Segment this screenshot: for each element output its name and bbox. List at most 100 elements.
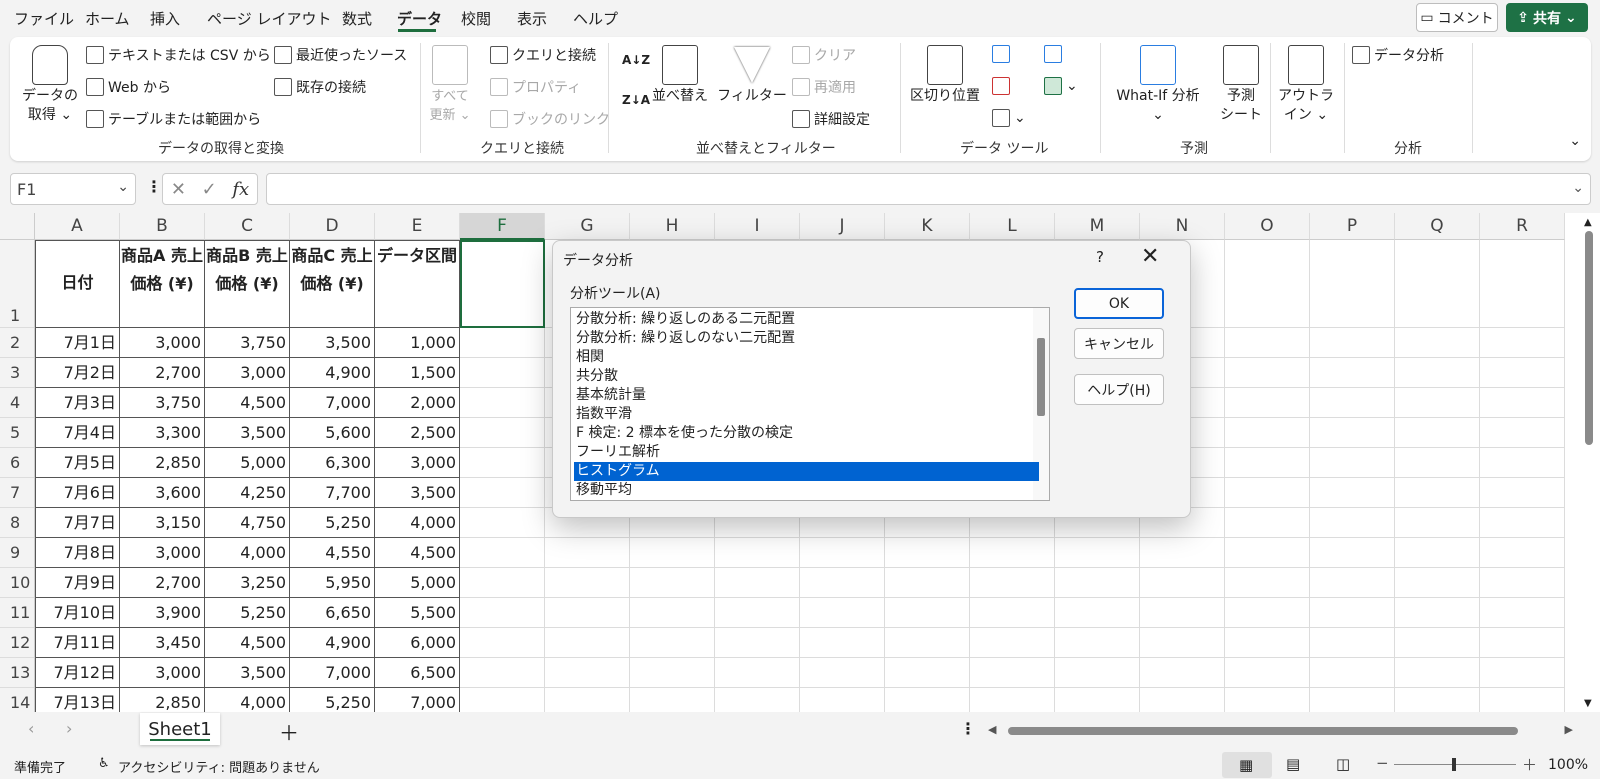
data-cell[interactable]: 5,600 — [290, 418, 375, 448]
vertical-scroll-thumb[interactable] — [1585, 231, 1593, 445]
empty-cell[interactable] — [1055, 688, 1140, 712]
data-cell[interactable]: 1,000 — [375, 328, 460, 358]
data-cell[interactable]: 3,300 — [120, 418, 205, 448]
empty-cell[interactable] — [1395, 628, 1480, 658]
row-header[interactable]: 9 — [0, 538, 35, 568]
empty-cell[interactable] — [460, 478, 545, 508]
empty-cell[interactable] — [885, 568, 970, 598]
data-validation-button[interactable]: ⌄ — [992, 109, 1026, 127]
empty-cell[interactable] — [1480, 388, 1565, 418]
column-header[interactable]: M — [1055, 213, 1140, 240]
analysis-tool-item[interactable]: 相関 — [574, 348, 1039, 367]
header-cell[interactable]: データ区間 — [375, 240, 460, 328]
data-cell[interactable]: 6,650 — [290, 598, 375, 628]
row-header[interactable]: 14 — [0, 688, 35, 712]
data-cell[interactable]: 3,000 — [375, 448, 460, 478]
empty-cell[interactable] — [1225, 358, 1310, 388]
analysis-tool-item[interactable]: 分散分析: 繰り返しのある二元配置 — [574, 310, 1039, 329]
vertical-scrollbar[interactable]: ▲ ▼ — [1581, 217, 1598, 709]
scroll-down-icon[interactable]: ▼ — [1584, 698, 1592, 709]
data-cell[interactable]: 7,000 — [290, 658, 375, 688]
empty-cell[interactable] — [1225, 508, 1310, 538]
empty-cell[interactable] — [970, 628, 1055, 658]
prev-sheet-icon[interactable]: ‹ — [28, 719, 34, 738]
reapply-button[interactable]: 再適用 — [792, 77, 856, 97]
analysis-tool-item[interactable]: ヒストグラム — [574, 462, 1039, 481]
analysis-tool-item[interactable]: 分散分析: 繰り返しのない二元配置 — [574, 329, 1039, 348]
data-cell[interactable]: 7月11日 — [35, 628, 120, 658]
data-cell[interactable]: 7月6日 — [35, 478, 120, 508]
data-cell[interactable]: 4,550 — [290, 538, 375, 568]
menu-home[interactable]: ホーム — [85, 8, 130, 29]
data-cell[interactable]: 4,900 — [290, 358, 375, 388]
sort-descending-button[interactable]: Z↓A — [622, 93, 650, 107]
data-cell[interactable]: 7月4日 — [35, 418, 120, 448]
row-header[interactable]: 1 — [0, 240, 35, 328]
empty-cell[interactable] — [885, 688, 970, 712]
data-cell[interactable]: 4,000 — [375, 508, 460, 538]
empty-cell[interactable] — [970, 568, 1055, 598]
header-cell[interactable]: 商品B 売上価格 (¥) — [205, 240, 290, 328]
sort-button[interactable]: 並べ替え — [650, 45, 710, 106]
web-button[interactable]: Web から — [86, 77, 171, 97]
queries-connections-button[interactable]: クエリと接続 — [490, 45, 596, 65]
header-cell[interactable]: 商品A 売上価格 (¥) — [120, 240, 205, 328]
empty-cell[interactable] — [630, 658, 715, 688]
filter-button[interactable]: フィルター — [717, 45, 787, 106]
row-header[interactable]: 8 — [0, 508, 35, 538]
empty-cell[interactable] — [1480, 418, 1565, 448]
data-cell[interactable]: 5,250 — [290, 688, 375, 712]
empty-cell[interactable] — [1310, 598, 1395, 628]
data-cell[interactable]: 3,000 — [120, 328, 205, 358]
empty-cell[interactable] — [545, 598, 630, 628]
data-cell[interactable]: 4,000 — [205, 538, 290, 568]
empty-cell[interactable] — [545, 568, 630, 598]
empty-cell[interactable] — [885, 538, 970, 568]
empty-cell[interactable] — [460, 658, 545, 688]
data-cell[interactable]: 4,000 — [205, 688, 290, 712]
row-header[interactable]: 11 — [0, 598, 35, 628]
data-cell[interactable]: 3,000 — [205, 358, 290, 388]
row-header[interactable]: 12 — [0, 628, 35, 658]
page-layout-view-icon[interactable]: ▤ — [1286, 755, 1300, 773]
scroll-left-icon[interactable]: ◀ — [988, 723, 996, 736]
data-cell[interactable]: 7月2日 — [35, 358, 120, 388]
name-box[interactable]: F1 ⌄ — [10, 173, 136, 205]
empty-cell[interactable] — [1055, 598, 1140, 628]
column-header[interactable]: I — [715, 213, 800, 240]
analysis-tool-item[interactable]: 基本統計量 — [574, 386, 1039, 405]
empty-cell[interactable] — [630, 598, 715, 628]
empty-cell[interactable] — [1310, 658, 1395, 688]
empty-cell[interactable] — [1310, 688, 1395, 712]
analysis-tool-item[interactable]: 共分散 — [574, 367, 1039, 386]
analysis-tool-item[interactable]: 移動平均 — [574, 481, 1039, 500]
data-cell[interactable]: 2,500 — [375, 418, 460, 448]
data-cell[interactable]: 3,500 — [205, 418, 290, 448]
column-header[interactable]: P — [1310, 213, 1395, 240]
empty-cell[interactable] — [1395, 418, 1480, 448]
refresh-all-button[interactable]: すべて 更新 ⌄ — [428, 45, 472, 125]
empty-cell[interactable] — [630, 568, 715, 598]
analysis-tool-item[interactable]: 指数平滑 — [574, 405, 1039, 424]
empty-cell[interactable] — [1225, 240, 1310, 328]
column-header[interactable]: C — [205, 213, 290, 240]
empty-cell[interactable] — [1310, 240, 1395, 328]
data-cell[interactable]: 3,150 — [120, 508, 205, 538]
data-cell[interactable]: 5,000 — [375, 568, 460, 598]
empty-cell[interactable] — [1310, 628, 1395, 658]
empty-cell[interactable] — [1225, 538, 1310, 568]
empty-cell[interactable] — [460, 388, 545, 418]
data-cell[interactable]: 7月9日 — [35, 568, 120, 598]
forecast-sheet-button[interactable]: 予測 シート — [1216, 45, 1266, 125]
empty-cell[interactable] — [970, 598, 1055, 628]
empty-cell[interactable] — [1055, 538, 1140, 568]
close-icon[interactable]: ✕ — [1141, 244, 1159, 269]
empty-cell[interactable] — [545, 628, 630, 658]
column-header[interactable]: D — [290, 213, 375, 240]
empty-cell[interactable] — [1225, 598, 1310, 628]
empty-cell[interactable] — [1310, 508, 1395, 538]
data-analysis-button[interactable]: データ分析 — [1352, 45, 1444, 65]
data-cell[interactable]: 5,250 — [205, 598, 290, 628]
empty-cell[interactable] — [800, 538, 885, 568]
share-button[interactable]: ⇪ 共有 ⌄ — [1506, 3, 1588, 32]
